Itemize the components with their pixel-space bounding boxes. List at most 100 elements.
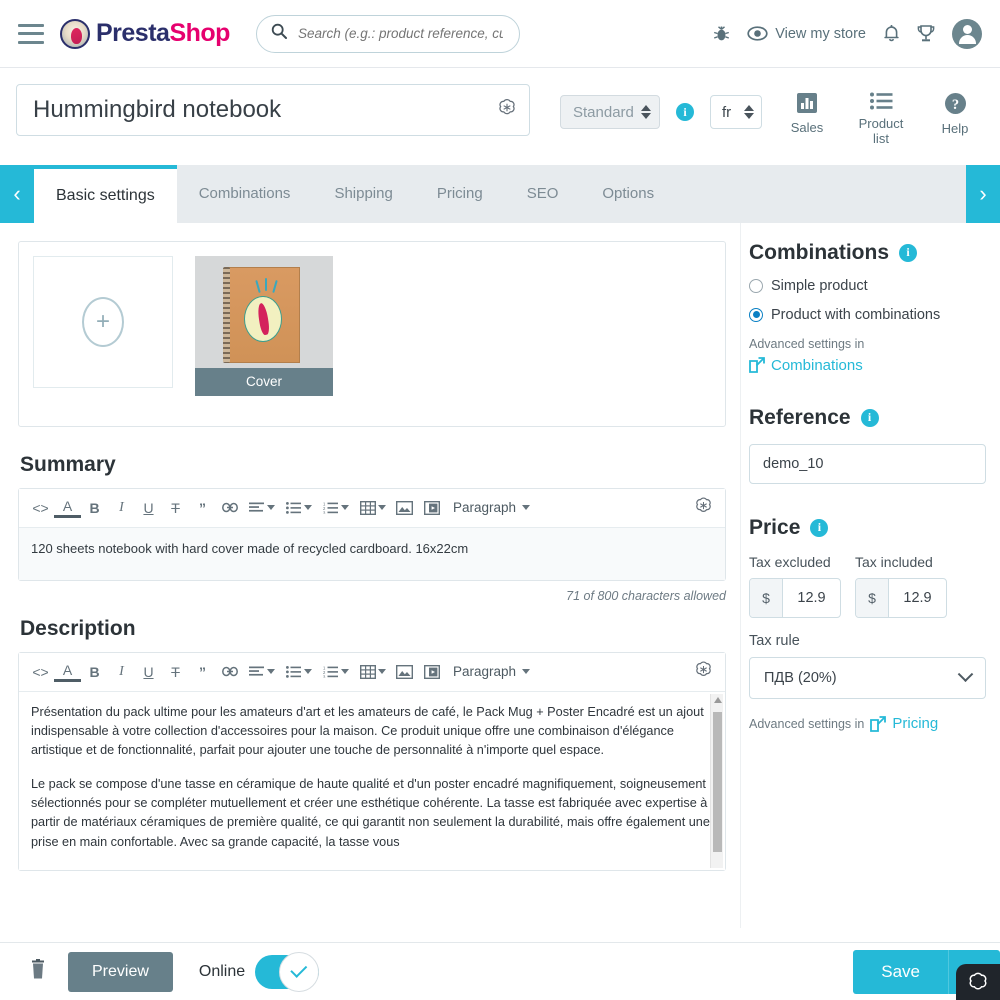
summary-editor: <> A B I U T ” 123 Paragraph 120 sheets … [18,487,726,581]
link-icon[interactable] [216,659,243,685]
product-type-info-icon[interactable]: i [676,103,694,121]
insert-video-icon[interactable] [418,659,445,685]
description-scrollbar[interactable] [710,693,723,868]
title-toolbar: Standard i fr Sales Product list ? Help [560,84,984,147]
bullet-list-dropdown-icon[interactable] [304,505,312,511]
trophy-icon[interactable] [917,24,935,43]
underline-icon[interactable]: U [135,659,162,685]
tax-included-field[interactable]: $ 12.9 [855,578,947,619]
numbered-list-icon[interactable]: 123 [317,495,344,521]
hamburger-menu-icon[interactable] [18,23,44,44]
pricing-link[interactable]: Pricing [892,715,938,732]
combinations-link[interactable]: Combinations [771,357,863,374]
insert-image-icon[interactable] [391,659,418,685]
ai-assistant-icon[interactable] [497,98,517,123]
bullet-list-icon[interactable] [280,659,307,685]
table-dropdown-icon[interactable] [378,505,386,511]
tabs-next-arrow[interactable]: › [966,164,1000,223]
align-dropdown-icon[interactable] [267,669,275,675]
description-text-area[interactable]: Présentation du pack ultime pour les ama… [19,691,725,870]
tab-basic-settings[interactable]: Basic settings [34,164,177,223]
bold-icon[interactable]: B [81,659,108,685]
combinations-info-icon[interactable]: i [899,243,917,262]
link-icon[interactable] [216,495,243,521]
scroll-up-arrow-icon[interactable] [714,696,722,703]
price-info-icon[interactable]: i [810,518,829,537]
radio-icon-selected[interactable] [749,307,763,322]
italic-icon[interactable]: I [108,659,135,685]
tab-options[interactable]: Options [580,165,676,223]
text-color-icon[interactable]: A [54,662,81,682]
search-input[interactable] [295,25,505,42]
product-type-select[interactable]: Standard [560,95,660,129]
source-code-icon[interactable]: <> [27,659,54,685]
bold-icon[interactable]: B [81,495,108,521]
radio-product-with-combinations[interactable]: Product with combinations [749,307,986,323]
table-dropdown-icon[interactable] [378,669,386,675]
tab-seo[interactable]: SEO [505,165,581,223]
tax-excluded-field[interactable]: $ 12.9 [749,578,841,619]
radio-icon[interactable] [749,278,763,293]
source-code-icon[interactable]: <> [27,495,54,521]
save-button[interactable]: Save [853,949,948,994]
language-select[interactable]: fr [710,95,762,129]
prestashop-logo[interactable]: PrestaShop [60,18,230,49]
product-name-input[interactable] [31,95,489,125]
tab-shipping[interactable]: Shipping [312,165,414,223]
combinations-advanced-link-row[interactable]: Combinations [749,357,986,374]
avatar[interactable] [952,18,982,49]
tab-pricing[interactable]: Pricing [415,165,505,223]
strikethrough-icon[interactable]: T [162,495,189,521]
table-icon[interactable] [354,495,381,521]
align-left-icon[interactable] [243,659,270,685]
text-color-icon[interactable]: A [54,498,81,518]
view-my-store-label: View my store [775,25,866,42]
reference-info-icon[interactable]: i [860,408,879,427]
bell-icon[interactable] [883,24,900,43]
toggle-knob[interactable] [279,951,320,992]
online-toggle[interactable] [255,951,320,992]
table-icon[interactable] [354,659,381,685]
sales-button[interactable]: Sales [778,92,836,136]
numbered-list-dropdown-icon[interactable] [341,669,349,675]
align-dropdown-icon[interactable] [267,505,275,511]
corner-widget-badge[interactable] [956,964,1000,1000]
bullet-list-icon[interactable] [280,495,307,521]
product-image-thumbnail[interactable]: Cover [195,255,333,396]
search-box[interactable] [255,14,520,53]
bullet-list-dropdown-icon[interactable] [304,669,312,675]
tax-included-value[interactable]: 12.9 [889,579,946,617]
numbered-list-dropdown-icon[interactable] [341,505,349,511]
tab-combinations[interactable]: Combinations [177,165,313,223]
scrollbar-thumb[interactable] [713,711,722,852]
help-button[interactable]: ? Help [926,92,984,137]
tax-rule-select[interactable]: ПДВ (20%) [749,657,986,700]
paragraph-style-dropdown[interactable]: Paragraph [445,500,534,515]
paragraph-style-dropdown[interactable]: Paragraph [445,664,534,679]
add-image-button[interactable]: + [33,255,173,388]
align-left-icon[interactable] [243,495,270,521]
footer-bar: Preview Online Save [0,942,1000,1000]
trash-icon[interactable] [30,958,46,985]
bug-icon[interactable] [713,25,730,43]
ai-assistant-icon[interactable] [694,496,713,520]
product-list-button[interactable]: Product list [852,92,910,147]
reference-input[interactable] [749,443,986,484]
preview-button[interactable]: Preview [68,951,173,992]
numbered-list-icon[interactable]: 123 [317,659,344,685]
view-my-store-link[interactable]: View my store [747,26,866,42]
product-name-field[interactable] [16,84,530,136]
user-avatar-icon[interactable] [952,18,982,49]
blockquote-icon[interactable]: ” [189,659,216,685]
strikethrough-icon[interactable]: T [162,659,189,685]
summary-text[interactable]: 120 sheets notebook with hard cover made… [19,527,725,580]
insert-image-icon[interactable] [391,495,418,521]
blockquote-icon[interactable]: ” [189,495,216,521]
insert-video-icon[interactable] [418,495,445,521]
radio-simple-product[interactable]: Simple product [749,278,986,294]
ai-assistant-icon[interactable] [694,660,713,684]
italic-icon[interactable]: I [108,495,135,521]
tabs-prev-arrow[interactable]: ‹ [0,164,34,223]
tax-excluded-value[interactable]: 12.9 [783,579,840,617]
underline-icon[interactable]: U [135,495,162,521]
